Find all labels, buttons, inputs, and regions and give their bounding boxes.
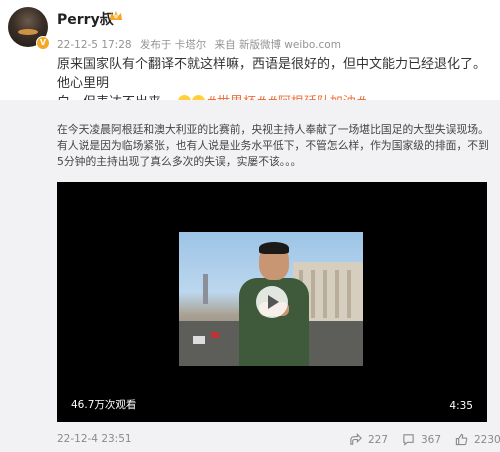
post-date[interactable]: 22-12-5 17:28	[57, 39, 132, 51]
post-text-line1: 原来国家队有个翻译不就这样嘛，西语是很好的，但中文能力已经退化了。他心里明	[57, 57, 487, 91]
video-player[interactable]: 46.7万次观看 4:35	[57, 182, 487, 422]
post-meta: 22-12-5 17:28 发布于 卡塔尔 来自 新版微博 weibo.com	[57, 37, 346, 52]
comment-count: 367	[421, 433, 442, 446]
like-icon	[455, 433, 468, 446]
repost-text: 在今天凌晨阿根廷和澳大利亚的比赛前，央视主持人奉献了一场堪比国足的大型失误现场。…	[57, 123, 489, 168]
post-source: 来自 新版微博 weibo.com	[214, 39, 341, 51]
video-views: 46.7万次观看	[71, 399, 137, 411]
verified-badge-icon: V	[36, 36, 50, 50]
comment-button[interactable]: 367	[402, 433, 441, 446]
comment-icon	[403, 434, 414, 446]
repost-card: 在今天凌晨阿根廷和澳大利亚的比赛前，央视主持人奉献了一场堪比国足的大型失误现场。…	[0, 100, 500, 452]
username[interactable]: Perry叔	[57, 9, 114, 29]
weibo-post: V Perry叔 22-12-5 17:28 发布于 卡塔尔 来自 新版微博 w…	[0, 0, 500, 110]
crown-icon	[110, 11, 122, 20]
post-location: 发布于 卡塔尔	[139, 39, 207, 51]
repost-timestamp[interactable]: 22-12-4 23:51	[57, 433, 132, 445]
share-icon	[350, 433, 362, 445]
share-count: 227	[368, 433, 389, 446]
play-icon[interactable]	[256, 286, 288, 318]
like-count: 2230	[474, 433, 500, 446]
share-button[interactable]: 227	[349, 433, 388, 446]
repost-footer: 22-12-4 23:51 227 367 2230	[57, 433, 500, 449]
video-duration: 4:35	[449, 400, 473, 412]
like-button[interactable]: 2230	[455, 433, 500, 446]
